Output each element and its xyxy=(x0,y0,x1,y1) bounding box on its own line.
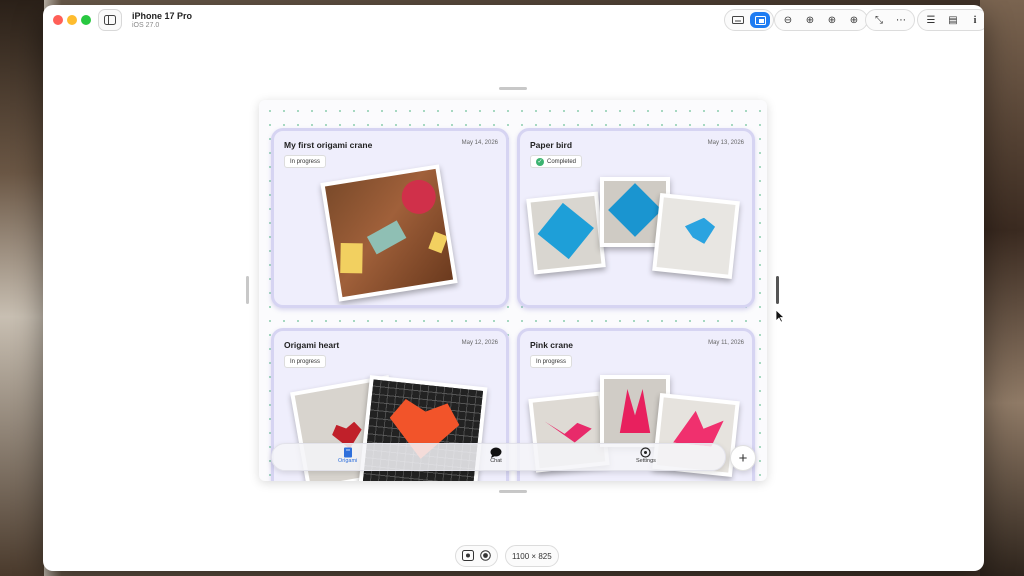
sidebar-icon xyxy=(104,15,116,25)
resize-handle-bottom[interactable] xyxy=(499,490,527,493)
resize-handle-top[interactable] xyxy=(499,87,527,90)
record-icon xyxy=(480,549,491,561)
zoom-window-button[interactable] xyxy=(81,15,91,25)
project-photo xyxy=(652,193,740,279)
zoom-out-icon: ⊖ xyxy=(783,14,793,26)
layout-button[interactable] xyxy=(750,12,770,28)
card-title: My first origami crane xyxy=(284,140,373,150)
minimize-window-button[interactable] xyxy=(67,15,77,25)
tab-chat[interactable]: Chat xyxy=(490,447,502,464)
resize-handle-right[interactable] xyxy=(776,276,779,304)
zoom-fit-icon: ⊕ xyxy=(805,14,815,26)
resolution-label: 1100 × 825 xyxy=(512,551,552,561)
mouse-cursor-icon xyxy=(776,310,785,323)
card-title: Origami heart xyxy=(284,340,340,350)
status-label: In progress xyxy=(290,158,321,165)
settings-sliders-button[interactable]: ☰ xyxy=(921,12,941,28)
add-project-button[interactable]: + xyxy=(730,445,756,471)
zoom-out-button[interactable]: ⊖ xyxy=(778,12,798,28)
capture-group xyxy=(455,545,498,567)
zoom-fit-button[interactable]: ⊕ xyxy=(800,12,820,28)
project-photo xyxy=(320,164,458,302)
zoom-actual-button[interactable]: ⊕ xyxy=(822,12,842,28)
simulator-window: iPhone 17 Pro iOS 27.0 ⊖ ⊕ ⊕ ⊕ ⤡ ⋯ ☰ ▤ i xyxy=(43,5,984,571)
status-badge: ✓ Completed xyxy=(530,155,583,168)
card-title: Pink crane xyxy=(530,340,573,350)
app-screen: My first origami crane May 14, 2026 In p… xyxy=(259,100,767,481)
keyboard-icon xyxy=(732,16,744,24)
card-date: May 13, 2026 xyxy=(707,140,744,146)
status-badge: In progress xyxy=(530,355,573,368)
card-date: May 11, 2026 xyxy=(708,340,744,346)
project-card[interactable]: Paper bird May 13, 2026 ✓ Completed xyxy=(517,128,755,308)
title-bar: iPhone 17 Pro iOS 27.0 ⊖ ⊕ ⊕ ⊕ ⤡ ⋯ ☰ ▤ i xyxy=(43,5,984,35)
more-icon: ⋯ xyxy=(896,14,906,26)
collapse-icon: ⤡ xyxy=(875,14,883,26)
tab-settings[interactable]: Settings xyxy=(636,447,656,464)
plus-icon: + xyxy=(738,449,748,467)
document-button[interactable]: ▤ xyxy=(943,12,963,28)
resize-handle-left[interactable] xyxy=(246,276,249,304)
project-card[interactable]: My first origami crane May 14, 2026 In p… xyxy=(271,128,509,308)
document-icon: ▤ xyxy=(948,14,958,26)
info-button[interactable]: i xyxy=(965,12,984,28)
status-badge: In progress xyxy=(284,355,327,368)
tab-label: Origami xyxy=(338,458,358,464)
inspector-group: ☰ ▤ i xyxy=(917,9,984,31)
tab-label: Chat xyxy=(490,458,502,464)
resolution-badge: 1100 × 825 xyxy=(505,545,559,567)
info-icon: i xyxy=(973,14,977,26)
device-name: iPhone 17 Pro xyxy=(132,11,193,21)
sidebar-toggle-button[interactable] xyxy=(98,9,122,31)
tab-bar: Origami Chat Settings xyxy=(271,443,726,471)
close-window-button[interactable] xyxy=(53,15,63,25)
checkmark-icon: ✓ xyxy=(536,157,544,166)
zoom-actual-icon: ⊕ xyxy=(827,14,837,26)
card-date: May 14, 2026 xyxy=(461,140,498,146)
status-label: In progress xyxy=(536,358,567,365)
desktop-wallpaper-left xyxy=(0,0,44,576)
tab-origami[interactable]: Origami xyxy=(338,447,357,464)
card-date: May 12, 2026 xyxy=(461,340,498,346)
sliders-icon: ☰ xyxy=(926,14,936,26)
screenshot-button[interactable] xyxy=(462,549,474,563)
collapse-button[interactable]: ⤡ xyxy=(869,12,889,28)
zoom-in-icon: ⊕ xyxy=(849,14,859,26)
card-title: Paper bird xyxy=(530,140,573,150)
more-button[interactable]: ⋯ xyxy=(891,12,911,28)
status-label: Completed xyxy=(547,158,577,165)
os-version: iOS 27.0 xyxy=(132,22,160,29)
desktop-wallpaper-right xyxy=(980,0,1024,576)
layout-icon xyxy=(754,15,766,25)
zoom-group: ⊖ ⊕ ⊕ ⊕ xyxy=(774,9,868,31)
record-button[interactable] xyxy=(480,549,491,563)
project-photo xyxy=(526,191,606,275)
keyboard-button[interactable] xyxy=(728,12,748,28)
book-icon xyxy=(343,447,352,458)
status-label: In progress xyxy=(290,358,321,365)
status-badge: In progress xyxy=(284,155,327,168)
tab-label: Settings xyxy=(636,458,656,464)
chat-bubble-icon xyxy=(490,447,502,458)
window-options-group: ⤡ ⋯ xyxy=(865,9,915,31)
input-mode-group xyxy=(724,9,774,31)
screenshot-icon xyxy=(462,549,474,561)
gear-icon xyxy=(640,447,652,458)
zoom-in-button[interactable]: ⊕ xyxy=(844,12,864,28)
